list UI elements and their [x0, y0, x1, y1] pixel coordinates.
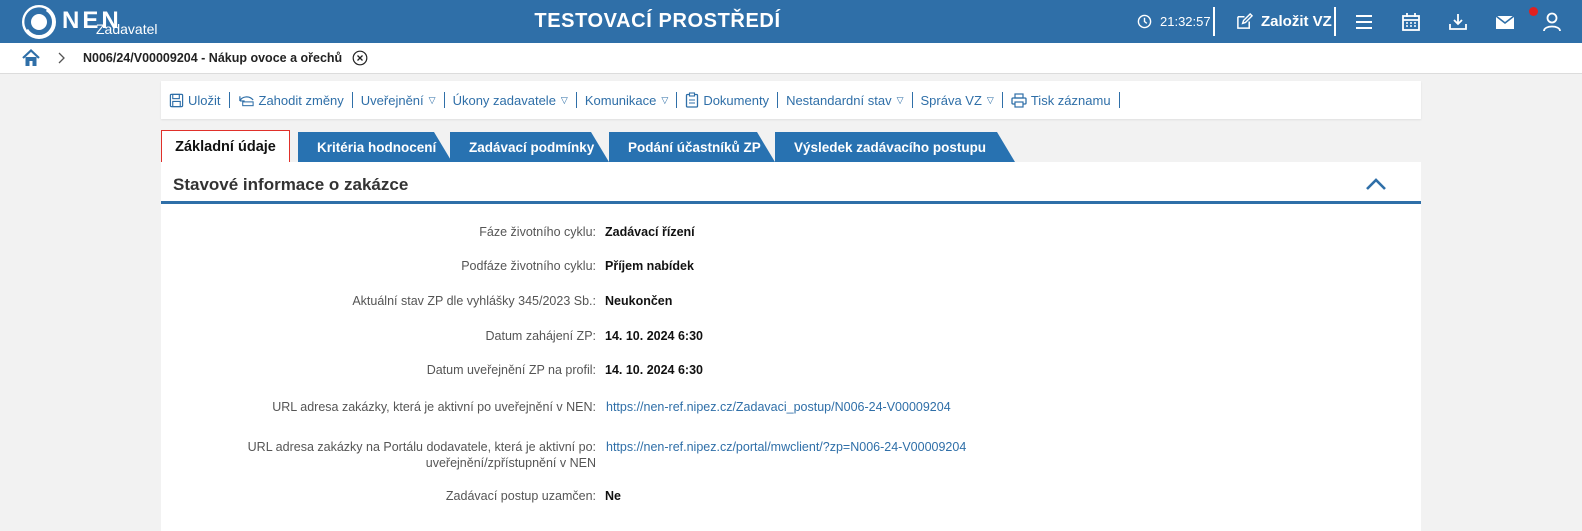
- discard-changes-button[interactable]: Zahodit změny: [238, 93, 344, 108]
- publish-menu[interactable]: Uveřejnění ▽: [361, 93, 436, 108]
- caret-down-icon: ▽: [560, 94, 568, 105]
- documents-label: Dokumenty: [703, 92, 770, 108]
- field-label: Zadávací postup uzamčen:: [445, 489, 596, 503]
- chevron-up-icon[interactable]: [1365, 177, 1387, 191]
- field-label: Datum uveřejnění ZP na profil:: [426, 363, 596, 377]
- tab-label: Podání účastníků ZP: [628, 139, 761, 155]
- nonstandard-label: Nestandardní stav: [786, 92, 892, 108]
- nonstandard-state-menu[interactable]: Nestandardní stav ▽: [786, 93, 903, 108]
- field-value: 14. 10. 2024 6:30: [605, 329, 703, 343]
- panel-header[interactable]: Stavové informace o zakázce: [161, 162, 1421, 204]
- toolbar-divider: [443, 92, 445, 108]
- discard-label: Zahodit změny: [258, 92, 344, 108]
- toolbar-divider: [1001, 92, 1003, 108]
- clock-icon: [1137, 14, 1152, 29]
- toolbar-divider: [777, 92, 779, 108]
- supplier-portal-url-link[interactable]: https://nen-ref.nipez.cz/portal/mwclient…: [606, 439, 966, 455]
- status-info-panel: Stavové informace o zakázce Fáze životní…: [161, 162, 1421, 531]
- communication-menu[interactable]: Komunikace ▽: [585, 93, 668, 108]
- tab-bar: Základní údaje Kritéria hodnocení Zadáva…: [161, 130, 1421, 163]
- vz-management-menu[interactable]: Správa VZ ▽: [921, 93, 994, 108]
- create-vz-button[interactable]: Založit VZ: [1236, 0, 1332, 43]
- save-icon: [169, 93, 184, 107]
- session-clock: 21:32:57: [1137, 0, 1211, 43]
- tab-procurement-result[interactable]: Výsledek zadávacího postupu: [775, 132, 1015, 162]
- edit-icon: [1237, 13, 1253, 29]
- download-icon[interactable]: [1447, 11, 1469, 33]
- divider: [1213, 7, 1215, 36]
- breadcrumb: N006/24/V00009204 - Nákup ovoce a ořechů: [0, 43, 1582, 74]
- mail-icon[interactable]: [1494, 11, 1516, 33]
- print-label: Tisk záznamu: [1030, 92, 1111, 108]
- create-vz-label: Založit VZ: [1261, 13, 1332, 30]
- clock-time: 21:32:57: [1160, 14, 1211, 29]
- breadcrumb-current[interactable]: N006/24/V00009204 - Nákup ovoce a ořechů: [83, 51, 342, 65]
- caret-down-icon: ▽: [896, 94, 904, 105]
- toolbar-divider: [1118, 92, 1120, 108]
- clipboard-icon: [686, 92, 699, 108]
- field-label: URL adresa zakázky, která je aktivní po …: [272, 400, 596, 414]
- action-toolbar: Uložit Zahodit změny Uveřejnění ▽ Úkony …: [161, 81, 1421, 119]
- tab-label: Základní údaje: [175, 138, 276, 155]
- field-label-continued: uveřejnění/zpřístupnění v NEN: [425, 456, 596, 470]
- environment-title: TESTOVACÍ PROSTŘEDÍ: [534, 10, 781, 32]
- communication-label: Komunikace: [584, 92, 657, 108]
- toolbar-divider: [351, 92, 353, 108]
- field-label: Datum zahájení ZP:: [485, 329, 596, 343]
- field-label: URL adresa zakázky na Portálu dodavatele…: [247, 440, 596, 454]
- save-button[interactable]: Uložit: [169, 93, 221, 108]
- toolbar-divider: [911, 92, 913, 108]
- calendar-icon[interactable]: [1400, 11, 1422, 33]
- field-label: Fáze životního cyklu:: [479, 225, 596, 239]
- caret-down-icon: ▽: [986, 94, 994, 105]
- chevron-right-icon: [58, 52, 65, 64]
- publish-label: Uveřejnění: [360, 92, 424, 108]
- documents-button[interactable]: Dokumenty: [685, 92, 769, 108]
- tab-basic-info[interactable]: Základní údaje: [161, 130, 290, 163]
- print-record-button[interactable]: Tisk záznamu: [1011, 93, 1111, 108]
- tab-label: Zadávací podmínky: [469, 139, 595, 155]
- tab-participant-submissions[interactable]: Podání účastníků ZP: [609, 132, 775, 162]
- toolbar-divider: [575, 92, 577, 108]
- save-label: Uložit: [188, 92, 221, 108]
- actions-label: Úkony zadavatele: [452, 92, 556, 108]
- field-value: Neukončen: [605, 294, 673, 308]
- field-value: 14. 10. 2024 6:30: [605, 363, 703, 377]
- field-value: Zadávací řízení: [605, 225, 695, 239]
- toolbar-divider: [676, 92, 678, 108]
- toolbar-divider: [228, 92, 230, 108]
- close-icon[interactable]: [352, 50, 368, 66]
- field-value: Příjem nabídek: [605, 259, 694, 273]
- printer-icon: [1011, 92, 1027, 108]
- home-icon[interactable]: [22, 49, 40, 67]
- actions-menu[interactable]: Úkony zadavatele ▽: [453, 93, 568, 108]
- tab-label: Kritéria hodnocení: [317, 139, 437, 155]
- management-label: Správa VZ: [920, 92, 982, 108]
- caret-down-icon: ▽: [428, 94, 436, 105]
- undo-icon: [238, 96, 254, 107]
- top-bar: NEN Zadavatel TESTOVACÍ PROSTŘEDÍ 21:32:…: [0, 0, 1582, 43]
- tab-label: Výsledek zadávacího postupu: [794, 139, 987, 155]
- field-label: Aktuální stav ZP dle vyhlášky 345/2023 S…: [352, 294, 596, 308]
- notification-badge: [1529, 7, 1538, 16]
- field-label: Podfáze životního cyklu:: [461, 259, 596, 273]
- divider: [1334, 7, 1336, 36]
- user-icon[interactable]: [1541, 11, 1563, 33]
- tab-tender-conditions[interactable]: Zadávací podmínky: [450, 132, 609, 162]
- panel-title: Stavové informace o zakázce: [173, 175, 409, 194]
- tab-evaluation-criteria[interactable]: Kritéria hodnocení: [298, 132, 452, 162]
- field-value: Ne: [605, 489, 621, 503]
- menu-icon[interactable]: [1353, 11, 1375, 33]
- nen-url-link[interactable]: https://nen-ref.nipez.cz/Zadavaci_postup…: [606, 399, 951, 415]
- caret-down-icon: ▽: [661, 94, 669, 105]
